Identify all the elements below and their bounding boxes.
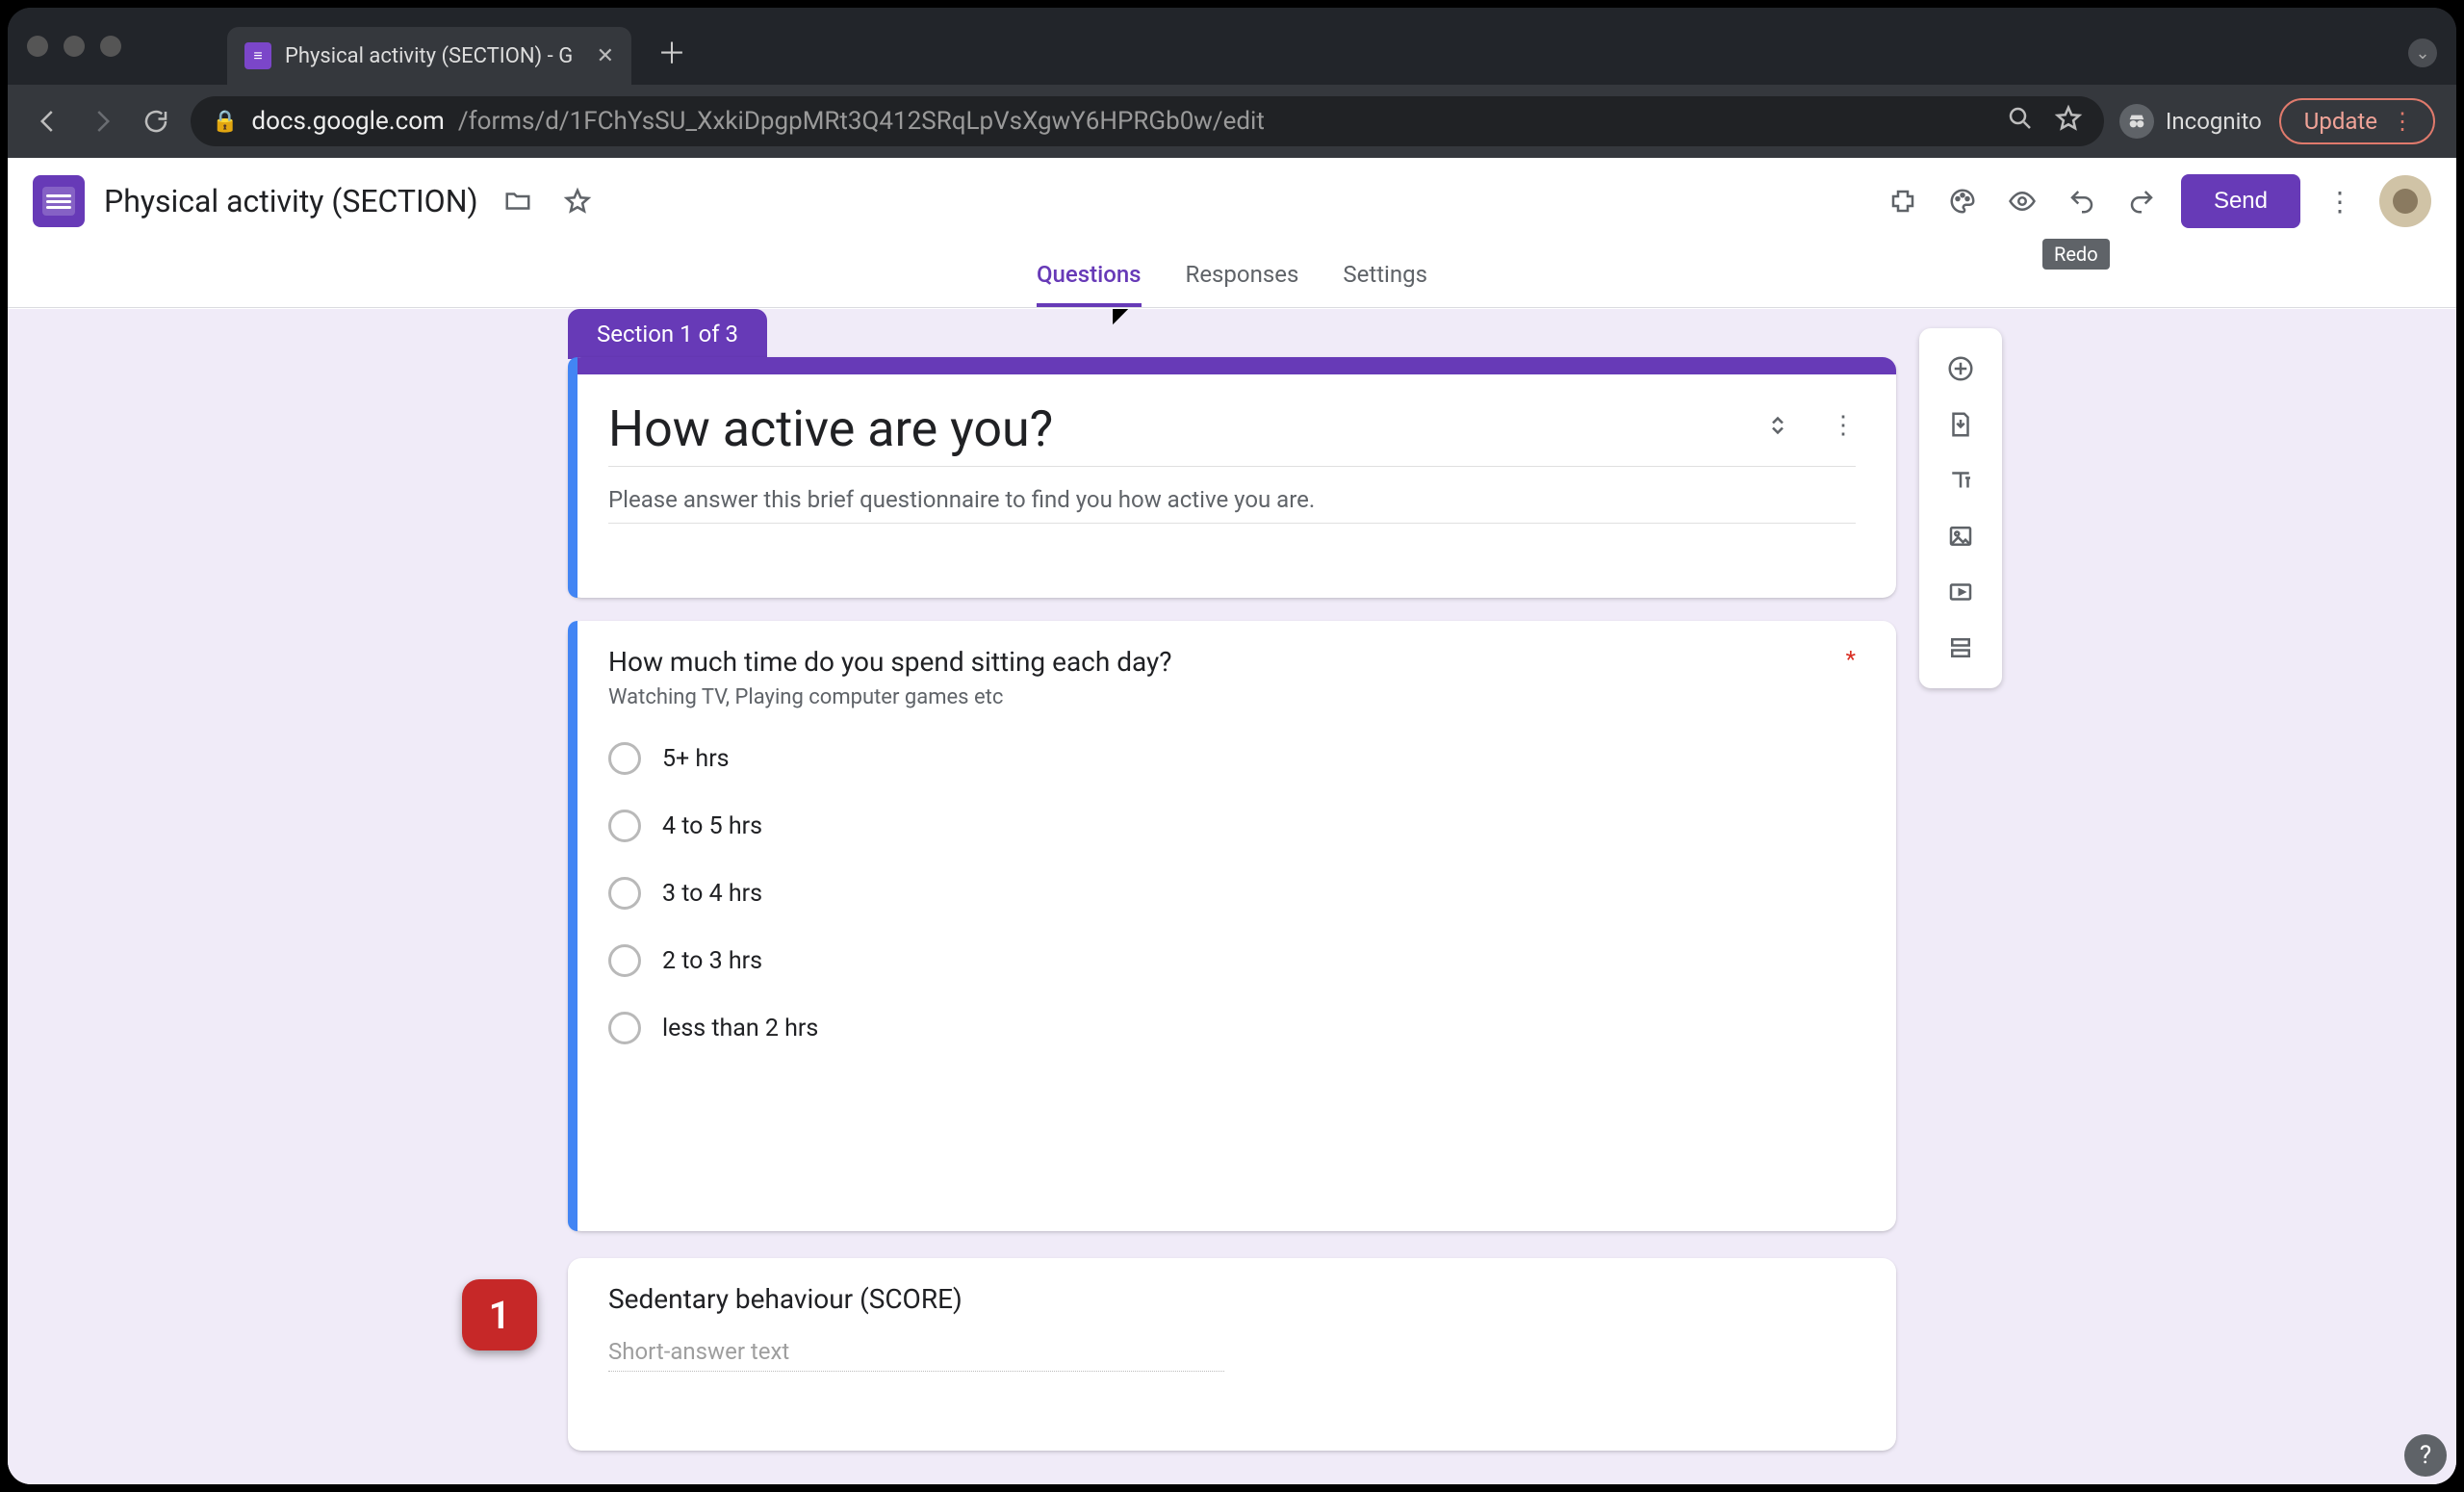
incognito-label: Incognito — [2166, 108, 2262, 135]
add-video-icon[interactable] — [1939, 571, 1982, 613]
section-accent-bar — [568, 357, 1896, 374]
forms-app: Physical activity (SECTION) — [8, 158, 2456, 1484]
radio-option[interactable]: 4 to 5 hrs — [608, 810, 1856, 842]
section-title[interactable]: How active are you? — [608, 399, 1734, 458]
address-bar[interactable]: 🔒 docs.google.com/forms/d/1FChYsSU_XxkiD… — [191, 96, 2104, 146]
update-label: Update — [2304, 108, 2377, 135]
question-card-2[interactable]: Sedentary behaviour (SCORE) Short-answer… — [568, 1258, 1896, 1451]
forward-button[interactable] — [83, 102, 121, 141]
radio-icon — [608, 742, 641, 775]
redo-tooltip: Redo — [2042, 239, 2110, 270]
lock-icon: 🔒 — [212, 110, 238, 134]
browser-chrome: ≡ Physical activity (SECTION) - G ✕ ＋ ⌄ … — [8, 8, 2456, 158]
add-image-icon[interactable] — [1939, 515, 1982, 557]
radio-icon — [608, 810, 641, 842]
question-title[interactable]: How much time do you spend sitting each … — [608, 646, 1172, 678]
add-title-icon[interactable] — [1939, 459, 1982, 502]
app-window: ≡ Physical activity (SECTION) - G ✕ ＋ ⌄ … — [8, 8, 2456, 1484]
send-button[interactable]: Send — [2181, 174, 2300, 228]
radio-option[interactable]: 3 to 4 hrs — [608, 877, 1856, 910]
radio-option[interactable]: 2 to 3 hrs — [608, 944, 1856, 977]
tab-search-icon[interactable]: ⌄ — [2408, 39, 2437, 67]
radio-icon — [608, 877, 641, 910]
preview-icon[interactable] — [2002, 181, 2042, 221]
more-menu-icon[interactable]: ⋮ — [2320, 181, 2360, 221]
bookmark-star-icon[interactable] — [2054, 104, 2083, 139]
incognito-icon — [2119, 104, 2154, 139]
import-questions-icon[interactable] — [1939, 403, 1982, 446]
section-indicator: Section 1 of 3 — [568, 309, 767, 359]
annotation-number: 1 — [489, 1293, 511, 1338]
update-button[interactable]: Update ⋮ — [2279, 98, 2435, 144]
tab-responses[interactable]: Responses — [1186, 261, 1299, 307]
incognito-indicator[interactable]: Incognito — [2119, 104, 2262, 139]
url-path: /forms/d/1FChYsSU_XxkiDpgpMRt3Q412SRqLpV… — [458, 107, 1265, 136]
undo-icon[interactable] — [2062, 181, 2102, 221]
window-close[interactable] — [27, 36, 48, 57]
move-to-folder-icon[interactable] — [498, 181, 538, 221]
omnibox-search-icon[interactable] — [2006, 104, 2035, 139]
tab-questions[interactable]: Questions — [1037, 261, 1142, 307]
kebab-icon: ⋮ — [2391, 108, 2414, 135]
browser-tab-active[interactable]: ≡ Physical activity (SECTION) - G ✕ — [227, 27, 631, 85]
star-icon[interactable] — [557, 181, 598, 221]
addons-icon[interactable] — [1883, 181, 1923, 221]
url-host: docs.google.com — [251, 107, 444, 136]
add-section-icon[interactable] — [1939, 627, 1982, 669]
option-label: 3 to 4 hrs — [662, 880, 762, 908]
option-label: 5+ hrs — [662, 745, 730, 773]
short-answer-placeholder: Short-answer text — [608, 1338, 1224, 1372]
radio-option[interactable]: 5+ hrs — [608, 742, 1856, 775]
options-list: 5+ hrs 4 to 5 hrs 3 to 4 hrs 2 to 3 hrs … — [608, 742, 1856, 1044]
form-canvas: Section 1 of 3 How active are you? ⋮ — [8, 309, 2456, 1484]
question-toolbar — [1919, 328, 2002, 688]
help-icon[interactable]: ? — [2404, 1434, 2447, 1477]
tab-strip: ≡ Physical activity (SECTION) - G ✕ ＋ ⌄ — [8, 8, 2456, 85]
question-title[interactable]: Sedentary behaviour (SCORE) — [608, 1283, 1856, 1315]
option-label: 2 to 3 hrs — [662, 947, 762, 975]
tab-close-icon[interactable]: ✕ — [597, 44, 614, 68]
redo-icon[interactable] — [2121, 181, 2162, 221]
app-header: Physical activity (SECTION) — [8, 158, 2456, 244]
option-label: 4 to 5 hrs — [662, 812, 762, 840]
address-bar-row: 🔒 docs.google.com/forms/d/1FChYsSU_XxkiD… — [8, 85, 2456, 158]
palette-icon[interactable] — [1942, 181, 1983, 221]
collapse-section-icon[interactable] — [1763, 411, 1792, 447]
radio-option[interactable]: less than 2 hrs — [608, 1012, 1856, 1044]
section-more-icon[interactable]: ⋮ — [1831, 411, 1856, 447]
window-maximize[interactable] — [100, 36, 121, 57]
required-indicator: * — [1846, 646, 1856, 673]
doc-title[interactable]: Physical activity (SECTION) — [104, 183, 478, 219]
help-label: ? — [2420, 1441, 2431, 1470]
question-card-1[interactable]: How much time do you spend sitting each … — [568, 621, 1896, 1231]
section-description[interactable]: Please answer this brief questionnaire t… — [608, 486, 1856, 524]
option-label: less than 2 hrs — [662, 1015, 818, 1042]
back-button[interactable] — [29, 102, 67, 141]
window-controls — [27, 36, 121, 57]
account-avatar[interactable] — [2379, 175, 2431, 227]
section-header-card[interactable]: How active are you? ⋮ Please answer this… — [568, 357, 1896, 598]
radio-icon — [608, 944, 641, 977]
send-label: Send — [2214, 188, 2268, 214]
annotation-badge-1: 1 — [462, 1279, 537, 1351]
new-tab-button[interactable]: ＋ — [651, 30, 693, 72]
reload-button[interactable] — [137, 102, 175, 141]
forms-logo[interactable] — [33, 175, 85, 227]
browser-right-cluster: Incognito Update ⋮ — [2119, 98, 2435, 144]
radio-icon — [608, 1012, 641, 1044]
forms-favicon: ≡ — [244, 42, 271, 69]
question-description[interactable]: Watching TV, Playing computer games etc — [608, 685, 1856, 709]
add-question-icon[interactable] — [1939, 347, 1982, 390]
tab-title: Physical activity (SECTION) - G — [285, 44, 573, 68]
tab-settings[interactable]: Settings — [1343, 261, 1427, 307]
mouse-cursor: ◤ — [1113, 309, 1132, 328]
window-minimize[interactable] — [64, 36, 85, 57]
